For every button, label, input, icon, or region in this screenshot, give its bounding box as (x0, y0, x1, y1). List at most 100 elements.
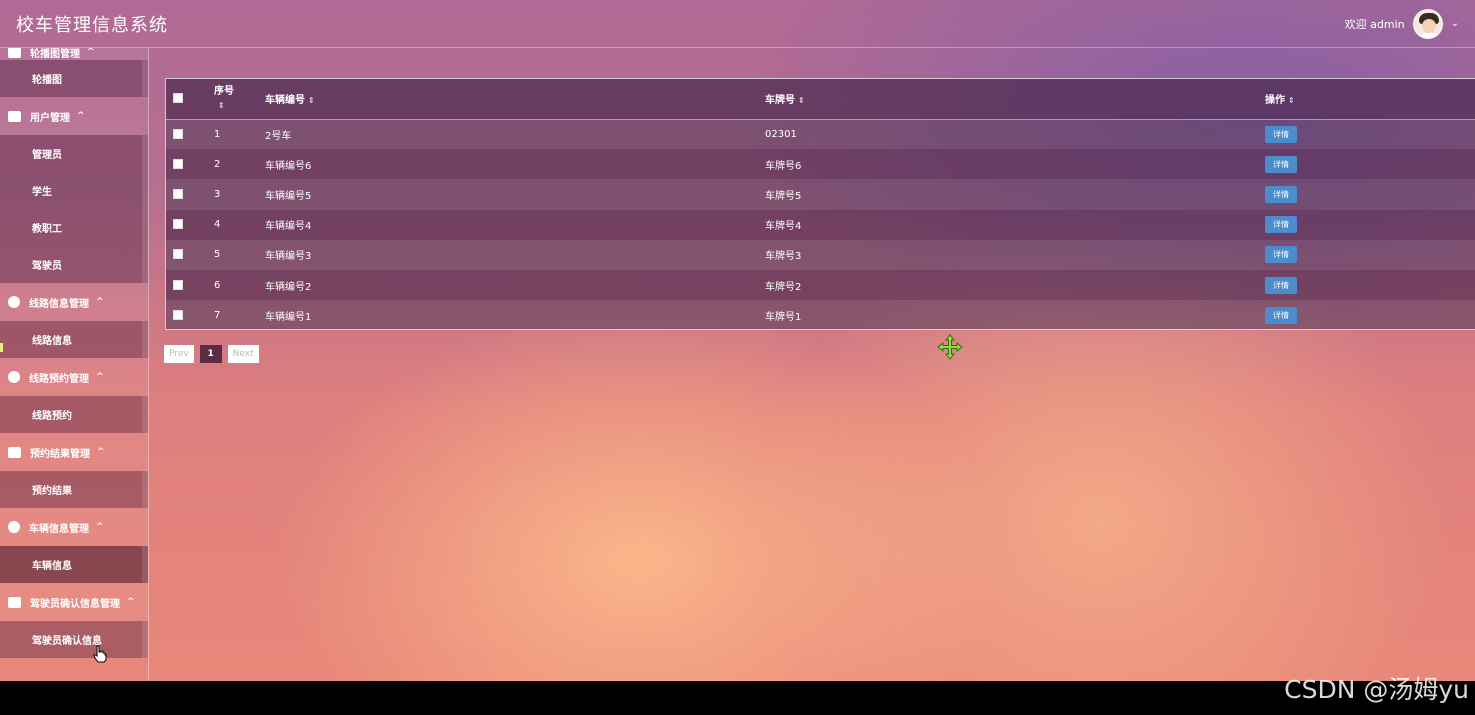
sidebar-item[interactable]: 车辆信息 (0, 546, 148, 583)
detail-button[interactable]: 详情 (1265, 246, 1297, 264)
column-header-actions[interactable]: 操作 ⇕ (1265, 79, 1475, 119)
table-header-row: 序号 ⇕ 车辆编号 ⇕ 车牌号 ⇕ 操作 ⇕ (166, 79, 1475, 119)
table-row[interactable]: 5 车辆编号3 车牌号3 详情 (166, 239, 1475, 270)
sidebar-group-3[interactable]: 线路预约管理 ^ (0, 358, 148, 396)
cell-index: 7 (214, 309, 221, 321)
avatar[interactable] (1412, 8, 1443, 39)
table-row[interactable]: 4 车辆编号4 车牌号4 详情 (166, 209, 1475, 240)
table-row[interactable]: 3 车辆编号5 车牌号5 详情 (166, 179, 1475, 210)
table-row[interactable]: 2 车辆编号6 车牌号6 详情 (166, 149, 1475, 180)
sidebar-group-label: 驾驶员确认信息管理 (30, 598, 120, 610)
sidebar-group-label: 用户管理 (30, 112, 70, 124)
column-header-index[interactable]: 序号 ⇕ (214, 79, 265, 119)
sidebar-group-label: 预约结果管理 (30, 448, 90, 460)
column-header-vehicle-no[interactable]: 车辆编号 ⇕ (265, 79, 765, 119)
compass-icon (8, 521, 20, 533)
move-cursor-icon (937, 334, 963, 360)
chevron-up-icon: ^ (127, 597, 135, 607)
cell-vehicle-no: 车辆编号4 (265, 221, 312, 233)
sidebar-group-2[interactable]: 线路信息管理 ^ (0, 283, 148, 321)
row-checkbox[interactable] (173, 309, 183, 320)
detail-button[interactable]: 详情 (1265, 185, 1297, 203)
image-icon (8, 48, 21, 58)
cell-plate: 车牌号2 (765, 281, 802, 293)
detail-button[interactable]: 详情 (1265, 276, 1297, 294)
app-title: 校车管理信息系统 (16, 14, 168, 36)
detail-button[interactable]: 详情 (1265, 155, 1297, 173)
vehicle-table: 序号 ⇕ 车辆编号 ⇕ 车牌号 ⇕ 操作 ⇕ 1 2号车 02301 详情 2 车辆编号6 车牌号6… (165, 78, 1475, 331)
watermark: CSDN @汤姆yu (1284, 675, 1469, 704)
cell-vehicle-no: 车辆编号6 (265, 160, 312, 172)
sidebar-item[interactable]: 预约结果 (0, 471, 148, 508)
row-checkbox[interactable] (173, 219, 183, 230)
sidebar-item[interactable]: 线路预约 (0, 396, 148, 433)
cell-plate: 车牌号1 (765, 311, 802, 323)
prev-page-button[interactable]: Prev (164, 345, 194, 363)
sidebar-item[interactable]: 驾驶员确认信息 (0, 621, 148, 658)
sort-icon: ⇕ (798, 96, 805, 106)
cell-index: 6 (214, 279, 221, 291)
sidebar-item[interactable]: 线路信息 (0, 321, 148, 358)
sidebar-group-label: 轮播图管理 (30, 48, 80, 60)
cell-index: 2 (214, 158, 221, 170)
sidebar-item[interactable]: 学生 (0, 172, 148, 209)
sidebar-item[interactable]: 管理员 (0, 135, 148, 172)
wallet-icon (8, 596, 21, 608)
sidebar-group-5[interactable]: 车辆信息管理 ^ (0, 508, 148, 546)
chevron-down-icon[interactable]: ⌄ (1451, 18, 1459, 29)
sidebar-group-6[interactable]: 驾驶员确认信息管理 ^ (0, 583, 148, 621)
sidebar-group-label: 线路预约管理 (29, 373, 89, 385)
cell-plate: 02301 (765, 128, 797, 140)
column-header-plate[interactable]: 车牌号 ⇕ (765, 79, 1265, 119)
sidebar-item[interactable]: 驾驶员 (0, 246, 148, 283)
row-checkbox[interactable] (173, 249, 183, 260)
table-row[interactable]: 6 车辆编号2 车牌号2 详情 (166, 269, 1475, 301)
hand-cursor-icon (93, 645, 107, 663)
table-row[interactable]: 7 车辆编号1 车牌号1 详情 (166, 300, 1475, 331)
cell-index: 5 (214, 249, 221, 261)
bottom-black-strip (0, 681, 1475, 715)
app-window: 校车管理信息系统 欢迎 admin ⌄ 轮播图管理 ^ 轮播图 用户管理 ^ 管理员 学生教… (0, 0, 1475, 681)
cell-vehicle-no: 车辆编号3 (265, 251, 312, 263)
row-checkbox[interactable] (173, 188, 183, 199)
target-icon (8, 371, 20, 383)
cell-vehicle-no: 车辆编号2 (265, 281, 312, 293)
welcome-text: 欢迎 admin (1344, 17, 1405, 31)
sidebar-item[interactable]: 轮播图 (0, 60, 148, 97)
pagination: Prev 1 Next (164, 345, 259, 363)
sidebar-group-0[interactable]: 轮播图管理 ^ (0, 48, 148, 60)
sort-icon: ⇕ (1288, 96, 1295, 106)
cell-vehicle-no: 车辆编号1 (265, 311, 312, 323)
chevron-up-icon: ^ (97, 447, 105, 457)
user-menu[interactable]: 欢迎 admin ⌄ (1344, 8, 1459, 39)
select-all-checkbox[interactable] (173, 93, 183, 104)
cell-vehicle-no: 2号车 (265, 130, 292, 142)
chevron-up-icon: ^ (96, 522, 104, 532)
table-row[interactable]: 1 2号车 02301 详情 (166, 119, 1475, 150)
row-checkbox[interactable] (173, 158, 183, 169)
current-page-button[interactable]: 1 (199, 345, 222, 363)
cell-index: 1 (214, 128, 221, 140)
detail-button[interactable]: 详情 (1265, 306, 1297, 324)
sidebar-group-1[interactable]: 用户管理 ^ (0, 97, 148, 135)
next-page-button[interactable]: Next (227, 345, 259, 363)
top-header: 校车管理信息系统 欢迎 admin ⌄ (0, 0, 1475, 48)
chevron-up-icon: ^ (77, 111, 85, 121)
row-checkbox[interactable] (173, 128, 183, 139)
sort-icon: ⇕ (308, 96, 315, 106)
cell-index: 3 (214, 188, 221, 200)
cell-plate: 车牌号4 (765, 221, 802, 233)
detail-button[interactable]: 详情 (1265, 125, 1297, 143)
layout-icon (8, 446, 21, 458)
sidebar-item[interactable]: 教职工 (0, 209, 148, 246)
cell-index: 4 (214, 219, 221, 231)
sidebar-group-label: 线路信息管理 (29, 298, 89, 310)
cell-plate: 车牌号3 (765, 251, 802, 263)
chevron-up-icon: ^ (96, 372, 104, 382)
row-checkbox[interactable] (173, 279, 183, 290)
cell-plate: 车牌号5 (765, 190, 802, 202)
detail-button[interactable]: 详情 (1265, 216, 1297, 234)
active-indicator (0, 343, 3, 352)
sort-icon: ⇕ (218, 100, 225, 110)
sidebar-group-4[interactable]: 预约结果管理 ^ (0, 433, 148, 471)
